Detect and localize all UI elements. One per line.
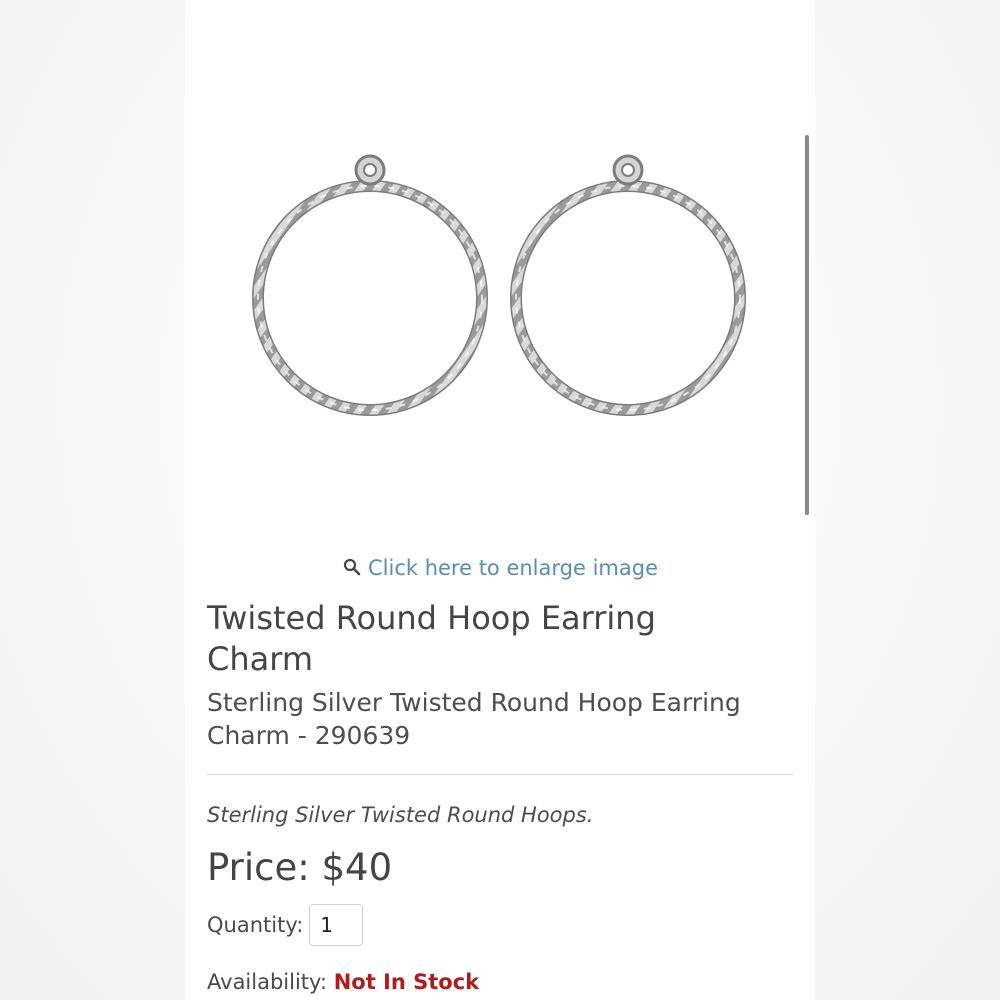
product-subtitle: Sterling Silver Twisted Round Hoop Earri…: [207, 688, 741, 750]
quantity-input[interactable]: [309, 904, 364, 946]
availability-label: Availability:: [207, 970, 328, 994]
search-icon: [343, 558, 361, 576]
product-description: Sterling Silver Twisted Round Hoops.: [207, 803, 594, 827]
product-page: Click here to enlarge image Twisted Roun…: [185, 0, 815, 1000]
quantity-row: Quantity:: [207, 904, 364, 946]
left-earring: [252, 154, 488, 416]
scrollbar[interactable]: [805, 135, 809, 515]
quantity-label: Quantity:: [207, 913, 304, 937]
enlarge-image-link[interactable]: Click here to enlarge image: [185, 556, 815, 580]
availability-status: Not In Stock: [333, 970, 480, 994]
availability-row: Availability: Not In Stock: [207, 970, 479, 994]
product-title: Twisted Round Hoop Earring Charm: [207, 599, 656, 678]
product-image[interactable]: [245, 140, 755, 440]
enlarge-image-label[interactable]: Click here to enlarge image: [368, 556, 658, 580]
divider: [207, 774, 793, 775]
right-earring: [510, 154, 746, 416]
product-price: Price: $40: [207, 846, 393, 889]
